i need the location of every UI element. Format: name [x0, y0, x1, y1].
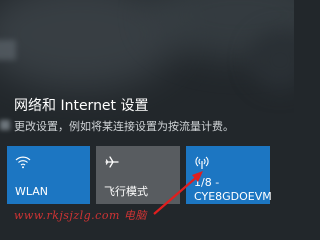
cellular-network-count: 1/8 -: [194, 176, 220, 189]
network-settings-link[interactable]: 网络和 Internet 设置: [14, 97, 149, 115]
airplane-mode-tile[interactable]: 飞行模式: [96, 146, 180, 204]
wlan-label: WLAN: [15, 185, 49, 198]
watermark: www.rkjsjzlg.com 电脑: [14, 209, 147, 222]
network-settings-description: 更改设置，例如将某连接设置为按流量计费。: [14, 120, 234, 133]
cellular-network-name: CYE8GDOEVM: [194, 190, 272, 203]
cellular-network-tile[interactable]: 1/8 - CYE8GDOEVM: [186, 146, 272, 204]
airplane-mode-label: 飞行模式: [104, 185, 148, 198]
wifi-icon: [15, 154, 31, 170]
airplane-icon: [104, 154, 120, 170]
network-flyout: 网络和 Internet 设置 更改设置，例如将某连接设置为按流量计费。 WLA…: [0, 85, 294, 222]
wlan-toggle-tile[interactable]: WLAN: [7, 146, 90, 204]
cellular-signal-icon: [194, 154, 210, 170]
